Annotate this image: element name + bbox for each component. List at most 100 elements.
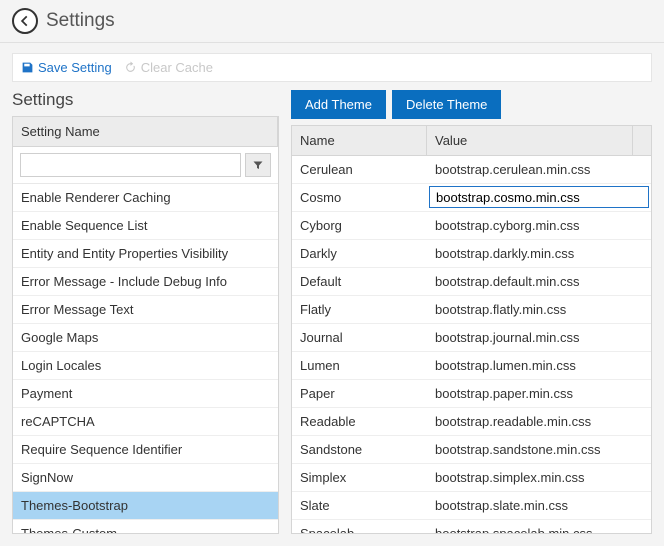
settings-row-label: Enable Sequence List bbox=[13, 212, 278, 239]
settings-row-label: Themes-Custom bbox=[13, 520, 278, 533]
col-name[interactable]: Name bbox=[292, 126, 427, 155]
theme-row[interactable]: Cosmo bbox=[292, 184, 651, 212]
settings-row-label: Payment bbox=[13, 380, 278, 407]
settings-row-label: Error Message - Include Debug Info bbox=[13, 268, 278, 295]
theme-row[interactable]: Paperbootstrap.paper.min.css bbox=[292, 380, 651, 408]
page-title: Settings bbox=[46, 10, 115, 32]
settings-grid: Setting Name Enable Renderer CachingEnab… bbox=[12, 116, 279, 534]
settings-row-label: SignNow bbox=[13, 464, 278, 491]
settings-row-label: Login Locales bbox=[13, 352, 278, 379]
theme-name-cell: Readable bbox=[292, 408, 427, 435]
theme-row[interactable]: Flatlybootstrap.flatly.min.css bbox=[292, 296, 651, 324]
theme-name-cell: Cosmo bbox=[292, 184, 427, 211]
theme-value-cell[interactable]: bootstrap.darkly.min.css bbox=[427, 240, 651, 267]
settings-row[interactable]: Entity and Entity Properties Visibility bbox=[13, 240, 278, 268]
theme-value-cell[interactable]: bootstrap.default.min.css bbox=[427, 268, 651, 295]
theme-row[interactable]: Spacelabbootstrap.spacelab.min.css bbox=[292, 520, 651, 533]
theme-name-cell: Slate bbox=[292, 492, 427, 519]
theme-value-cell[interactable]: bootstrap.spacelab.min.css bbox=[427, 520, 651, 533]
settings-row-label: Error Message Text bbox=[13, 296, 278, 323]
filter-button[interactable] bbox=[245, 153, 271, 177]
theme-row[interactable]: Ceruleanbootstrap.cerulean.min.css bbox=[292, 156, 651, 184]
settings-row-label: Require Sequence Identifier bbox=[13, 436, 278, 463]
theme-value-cell[interactable]: bootstrap.slate.min.css bbox=[427, 492, 651, 519]
theme-value-cell[interactable]: bootstrap.journal.min.css bbox=[427, 324, 651, 351]
col-value[interactable]: Value bbox=[427, 126, 633, 155]
theme-name-cell: Cerulean bbox=[292, 156, 427, 183]
theme-row[interactable]: Journalbootstrap.journal.min.css bbox=[292, 324, 651, 352]
save-setting-button[interactable]: Save Setting bbox=[21, 60, 112, 75]
theme-name-cell: Journal bbox=[292, 324, 427, 351]
theme-name-cell: Cyborg bbox=[292, 212, 427, 239]
settings-row[interactable]: Error Message - Include Debug Info bbox=[13, 268, 278, 296]
scroll-gutter bbox=[633, 126, 651, 155]
theme-name-cell: Spacelab bbox=[292, 520, 427, 533]
clear-cache-button: Clear Cache bbox=[124, 60, 213, 75]
settings-row-label: Google Maps bbox=[13, 324, 278, 351]
theme-value-cell[interactable]: bootstrap.readable.min.css bbox=[427, 408, 651, 435]
toolbar: Save Setting Clear Cache bbox=[12, 53, 652, 82]
theme-value-cell[interactable]: bootstrap.simplex.min.css bbox=[427, 464, 651, 491]
settings-row[interactable]: reCAPTCHA bbox=[13, 408, 278, 436]
settings-row[interactable]: Enable Sequence List bbox=[13, 212, 278, 240]
settings-row[interactable]: Payment bbox=[13, 380, 278, 408]
theme-value-cell[interactable]: bootstrap.sandstone.min.css bbox=[427, 436, 651, 463]
settings-row[interactable]: Error Message Text bbox=[13, 296, 278, 324]
theme-toolbar: Add Theme Delete Theme bbox=[291, 90, 652, 119]
settings-grid-body[interactable]: Enable Renderer CachingEnable Sequence L… bbox=[13, 184, 278, 533]
settings-row[interactable]: Themes-Custom bbox=[13, 520, 278, 533]
page-header: Settings bbox=[0, 0, 664, 43]
theme-name-cell: Default bbox=[292, 268, 427, 295]
filter-row bbox=[13, 147, 278, 184]
settings-row[interactable]: Require Sequence Identifier bbox=[13, 436, 278, 464]
theme-value-input[interactable] bbox=[429, 186, 649, 208]
arrow-left-icon bbox=[18, 14, 32, 28]
settings-list-title: Settings bbox=[12, 90, 279, 110]
settings-row[interactable]: Enable Renderer Caching bbox=[13, 184, 278, 212]
theme-row[interactable]: Slatebootstrap.slate.min.css bbox=[292, 492, 651, 520]
settings-row[interactable]: Themes-Bootstrap bbox=[13, 492, 278, 520]
theme-row[interactable]: Lumenbootstrap.lumen.min.css bbox=[292, 352, 651, 380]
settings-grid-header: Setting Name bbox=[13, 117, 278, 147]
settings-row-label: Enable Renderer Caching bbox=[13, 184, 278, 211]
back-button[interactable] bbox=[12, 8, 38, 34]
theme-name-cell: Paper bbox=[292, 380, 427, 407]
settings-list-panel: Settings Setting Name Enable Renderer Ca… bbox=[12, 90, 279, 534]
theme-value-cell[interactable]: bootstrap.cerulean.min.css bbox=[427, 156, 651, 183]
settings-row-label: Entity and Entity Properties Visibility bbox=[13, 240, 278, 267]
theme-grid-header: Name Value bbox=[292, 126, 651, 156]
theme-panel: Add Theme Delete Theme Name Value Cerule… bbox=[291, 90, 652, 534]
theme-grid-body[interactable]: Ceruleanbootstrap.cerulean.min.cssCosmoC… bbox=[292, 156, 651, 533]
theme-grid: Name Value Ceruleanbootstrap.cerulean.mi… bbox=[291, 125, 652, 534]
settings-row[interactable]: Google Maps bbox=[13, 324, 278, 352]
theme-name-cell: Darkly bbox=[292, 240, 427, 267]
settings-row[interactable]: Login Locales bbox=[13, 352, 278, 380]
theme-name-cell: Lumen bbox=[292, 352, 427, 379]
theme-row[interactable]: Darklybootstrap.darkly.min.css bbox=[292, 240, 651, 268]
refresh-icon bbox=[124, 61, 137, 74]
theme-row[interactable]: Defaultbootstrap.default.min.css bbox=[292, 268, 651, 296]
theme-row[interactable]: Readablebootstrap.readable.min.css bbox=[292, 408, 651, 436]
clear-label: Clear Cache bbox=[141, 60, 213, 75]
filter-icon bbox=[252, 159, 264, 171]
theme-row[interactable]: Sandstonebootstrap.sandstone.min.css bbox=[292, 436, 651, 464]
theme-value-cell[interactable]: bootstrap.paper.min.css bbox=[427, 380, 651, 407]
theme-value-cell[interactable]: bootstrap.flatly.min.css bbox=[427, 296, 651, 323]
theme-value-cell[interactable]: bootstrap.cyborg.min.css bbox=[427, 212, 651, 239]
theme-row[interactable]: Cyborgbootstrap.cyborg.min.css bbox=[292, 212, 651, 240]
save-icon bbox=[21, 61, 34, 74]
theme-row[interactable]: Simplexbootstrap.simplex.min.css bbox=[292, 464, 651, 492]
setting-name-filter-input[interactable] bbox=[20, 153, 241, 177]
settings-row-label: reCAPTCHA bbox=[13, 408, 278, 435]
settings-row-label: Themes-Bootstrap bbox=[13, 492, 278, 519]
theme-value-cell bbox=[427, 184, 651, 211]
theme-name-cell: Sandstone bbox=[292, 436, 427, 463]
theme-name-cell: Simplex bbox=[292, 464, 427, 491]
settings-row[interactable]: SignNow bbox=[13, 464, 278, 492]
col-setting-name[interactable]: Setting Name bbox=[13, 117, 278, 146]
theme-name-cell: Flatly bbox=[292, 296, 427, 323]
add-theme-button[interactable]: Add Theme bbox=[291, 90, 386, 119]
save-label: Save Setting bbox=[38, 60, 112, 75]
theme-value-cell[interactable]: bootstrap.lumen.min.css bbox=[427, 352, 651, 379]
delete-theme-button[interactable]: Delete Theme bbox=[392, 90, 501, 119]
